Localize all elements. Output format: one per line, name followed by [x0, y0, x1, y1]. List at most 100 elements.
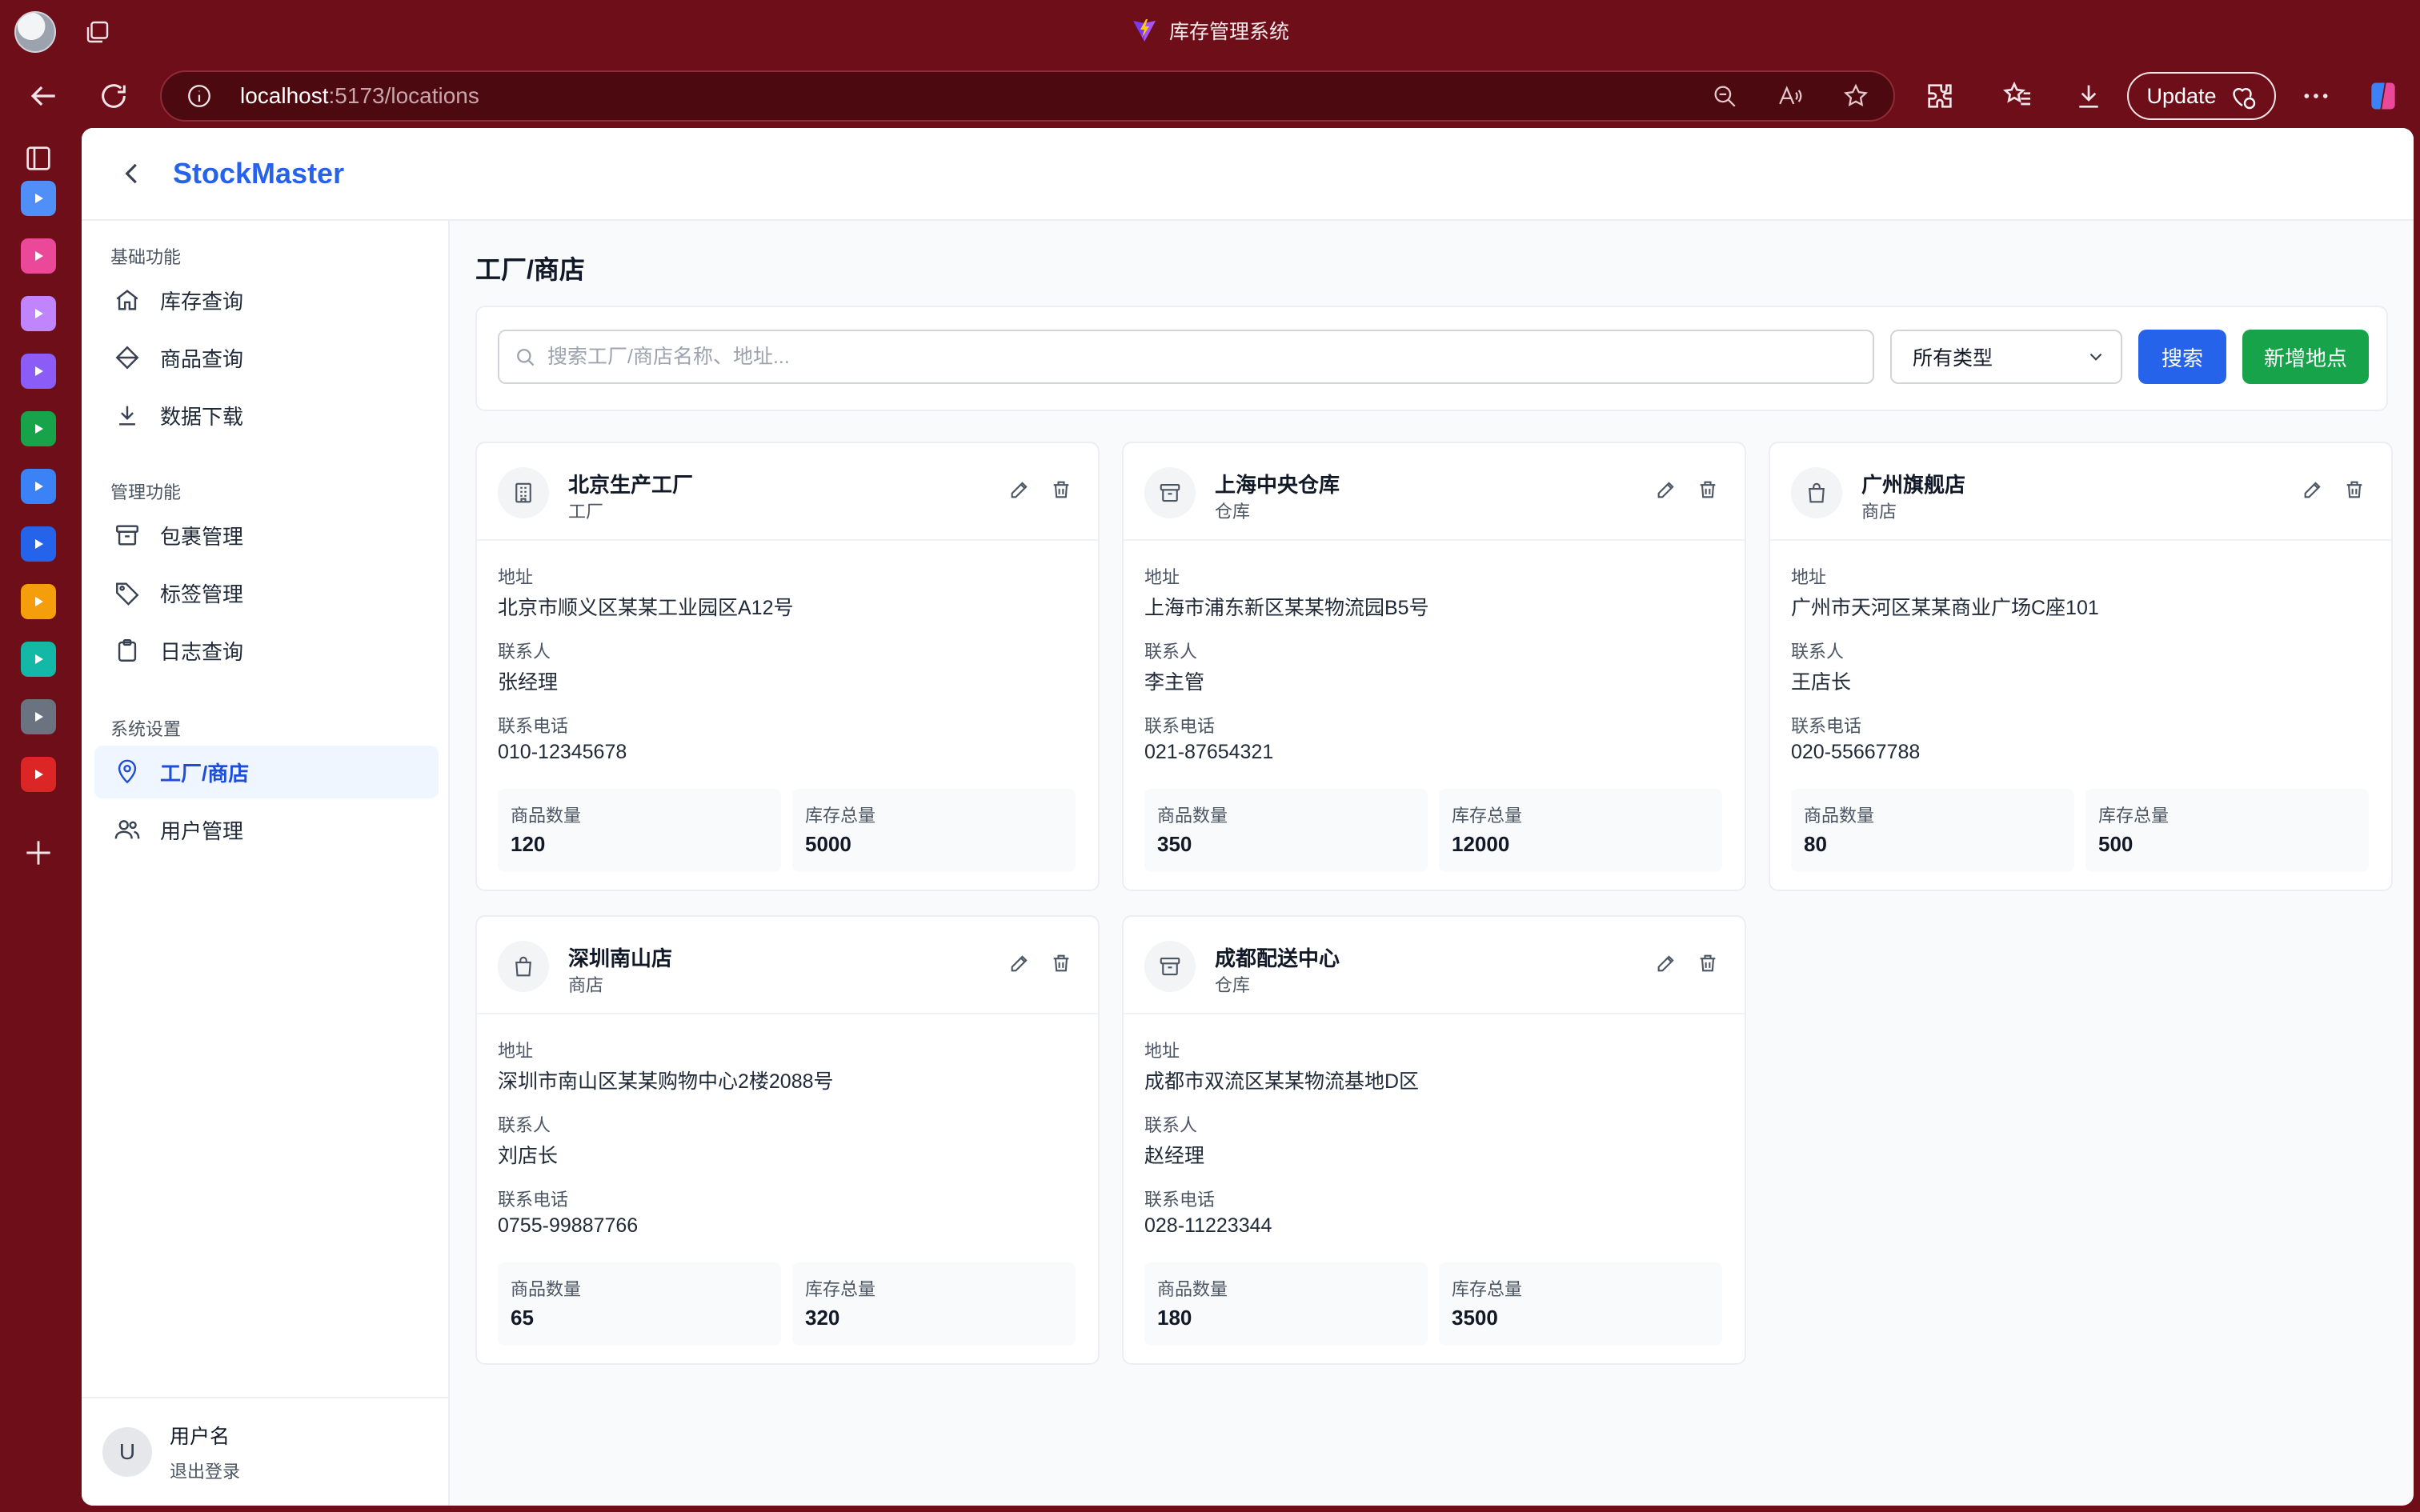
- archive-icon: [1160, 957, 1180, 976]
- location-type-badge: [498, 467, 549, 518]
- contact-label: 联系人: [1144, 1115, 1198, 1135]
- rail-app-1-icon[interactable]: [21, 181, 56, 216]
- read-aloud-icon[interactable]: [1777, 82, 1804, 110]
- search-button[interactable]: 搜索: [2138, 330, 2226, 384]
- edit-pencil-icon[interactable]: [2302, 478, 2324, 501]
- card-header: 深圳南山店 商店: [477, 917, 1098, 1014]
- edit-pencil-icon[interactable]: [1008, 478, 1031, 501]
- rail-app-8-icon[interactable]: [21, 584, 56, 619]
- rail-app-5-icon[interactable]: [21, 411, 56, 446]
- product-count-label: 商品数量: [511, 1279, 582, 1299]
- rail-app-6-icon[interactable]: [21, 469, 56, 504]
- delete-trash-icon[interactable]: [1697, 478, 1719, 501]
- sidebar-item-2-1[interactable]: 用户管理: [94, 803, 439, 856]
- type-select-value: 所有类型: [1913, 347, 1993, 370]
- sidebar-item-1-1[interactable]: 标签管理: [94, 566, 439, 619]
- contact-label: 联系人: [498, 1115, 551, 1135]
- sidebar-item-label: 包裹管理: [160, 524, 244, 549]
- vertical-tabs-icon[interactable]: [22, 142, 54, 174]
- zoom-out-icon[interactable]: [1711, 82, 1738, 110]
- rail-app-3-icon[interactable]: [21, 296, 56, 331]
- sidebar-item-0-0[interactable]: 库存查询: [94, 274, 439, 326]
- favorites-list-icon[interactable]: [2002, 80, 2034, 112]
- delete-trash-icon[interactable]: [2343, 478, 2366, 501]
- back-chevron-icon[interactable]: [117, 158, 147, 189]
- archive-icon: [116, 525, 138, 546]
- nav-section-title: 管理功能: [110, 482, 182, 502]
- product-count-label: 商品数量: [1804, 806, 1875, 826]
- reload-icon[interactable]: [98, 80, 130, 112]
- stock-total-label: 库存总量: [1452, 806, 1523, 826]
- location-name: 北京生产工厂: [568, 473, 694, 497]
- edit-pencil-icon[interactable]: [1655, 478, 1677, 501]
- card-header: 上海中央仓库 仓库: [1124, 443, 1745, 541]
- stock-total-value: 5000: [805, 832, 851, 856]
- phone-label: 联系电话: [498, 1190, 569, 1210]
- extensions-icon[interactable]: [1924, 80, 1956, 112]
- search-input[interactable]: [547, 345, 1828, 369]
- rail-app-11-icon[interactable]: [21, 757, 56, 792]
- sidebar-item-1-2[interactable]: 日志查询: [94, 624, 439, 677]
- chevron-down-icon: [2089, 353, 2102, 361]
- delete-trash-icon[interactable]: [1050, 478, 1072, 501]
- home-icon: [116, 290, 138, 310]
- product-count-label: 商品数量: [1157, 806, 1228, 826]
- location-type-badge: [498, 941, 549, 992]
- address-label: 地址: [498, 567, 534, 587]
- update-button[interactable]: Update: [2127, 72, 2276, 120]
- rail-app-10-icon[interactable]: [21, 699, 56, 734]
- address-label: 地址: [1144, 567, 1180, 587]
- back-arrow-icon[interactable]: [26, 78, 61, 114]
- location-card: 深圳南山店 商店 地址 深圳市南山区某某购物中心2楼2088号 联系人 刘店长 联系电话 07…: [475, 915, 1100, 1365]
- favorite-star-icon[interactable]: [1842, 82, 1869, 110]
- phone-label: 联系电话: [498, 716, 569, 736]
- logout-link[interactable]: 退出登录: [170, 1458, 240, 1483]
- stock-total-stat: 库存总量 12000: [1439, 789, 1722, 872]
- address-bar[interactable]: localhost:5173/locations: [160, 70, 1895, 122]
- building-icon: [515, 482, 531, 503]
- brand-title[interactable]: StockMaster: [173, 157, 344, 190]
- sidebar-item-0-1[interactable]: 商品查询: [94, 331, 439, 384]
- location-type: 商店: [1861, 502, 1897, 522]
- card-header: 成都配送中心 仓库: [1124, 917, 1745, 1014]
- shopping-bag-icon: [515, 956, 531, 977]
- address-value: 北京市顺义区某某工业园区A12号: [498, 597, 794, 619]
- stock-total-stat: 库存总量 5000: [792, 789, 1076, 872]
- delete-trash-icon[interactable]: [1697, 952, 1719, 974]
- edit-pencil-icon[interactable]: [1008, 952, 1031, 974]
- clipboard-icon: [118, 639, 137, 662]
- rail-app-4-icon[interactable]: [21, 354, 56, 389]
- location-name: 深圳南山店: [568, 946, 673, 970]
- type-select[interactable]: 所有类型: [1890, 330, 2122, 384]
- contact-label: 联系人: [498, 642, 551, 662]
- user-avatar[interactable]: U: [102, 1427, 152, 1477]
- downloads-icon[interactable]: [2073, 80, 2105, 112]
- archive-icon: [1160, 483, 1180, 502]
- edit-pencil-icon[interactable]: [1655, 952, 1677, 974]
- search-field[interactable]: [498, 330, 1874, 384]
- map-pin-icon: [118, 759, 137, 784]
- site-info-icon[interactable]: [186, 82, 213, 110]
- sidebar-item-1-0[interactable]: 包裹管理: [94, 509, 439, 562]
- more-options-icon[interactable]: [2300, 80, 2332, 112]
- location-type: 商店: [568, 975, 604, 995]
- nav-section-title: 基础功能: [110, 247, 182, 267]
- stock-total-value: 320: [805, 1306, 840, 1330]
- add-location-button[interactable]: 新增地点: [2242, 330, 2369, 384]
- sidebar-item-label: 日志查询: [160, 639, 244, 664]
- app-header: StockMaster: [82, 128, 2414, 221]
- sidebar: 基础功能 库存查询 商品查询 数据下载 管理功能 包裹管理 标签管理 日志查询 系统设置 工厂/商…: [82, 221, 450, 1506]
- rail-app-9-icon[interactable]: [21, 642, 56, 677]
- product-count-label: 商品数量: [1157, 1279, 1228, 1299]
- delete-trash-icon[interactable]: [1050, 952, 1072, 974]
- stock-total-stat: 库存总量 3500: [1439, 1262, 1722, 1346]
- contact-value: 张经理: [498, 671, 559, 694]
- add-app-icon[interactable]: [21, 835, 56, 870]
- rail-app-2-icon[interactable]: [21, 238, 56, 274]
- sidebar-item-0-2[interactable]: 数据下载: [94, 389, 439, 442]
- sidebar-item-2-0[interactable]: 工厂/商店: [94, 746, 439, 798]
- copilot-icon[interactable]: [2366, 78, 2401, 114]
- stock-total-label: 库存总量: [805, 806, 876, 826]
- product-count-stat: 商品数量 80: [1791, 789, 2074, 872]
- rail-app-7-icon[interactable]: [21, 526, 56, 562]
